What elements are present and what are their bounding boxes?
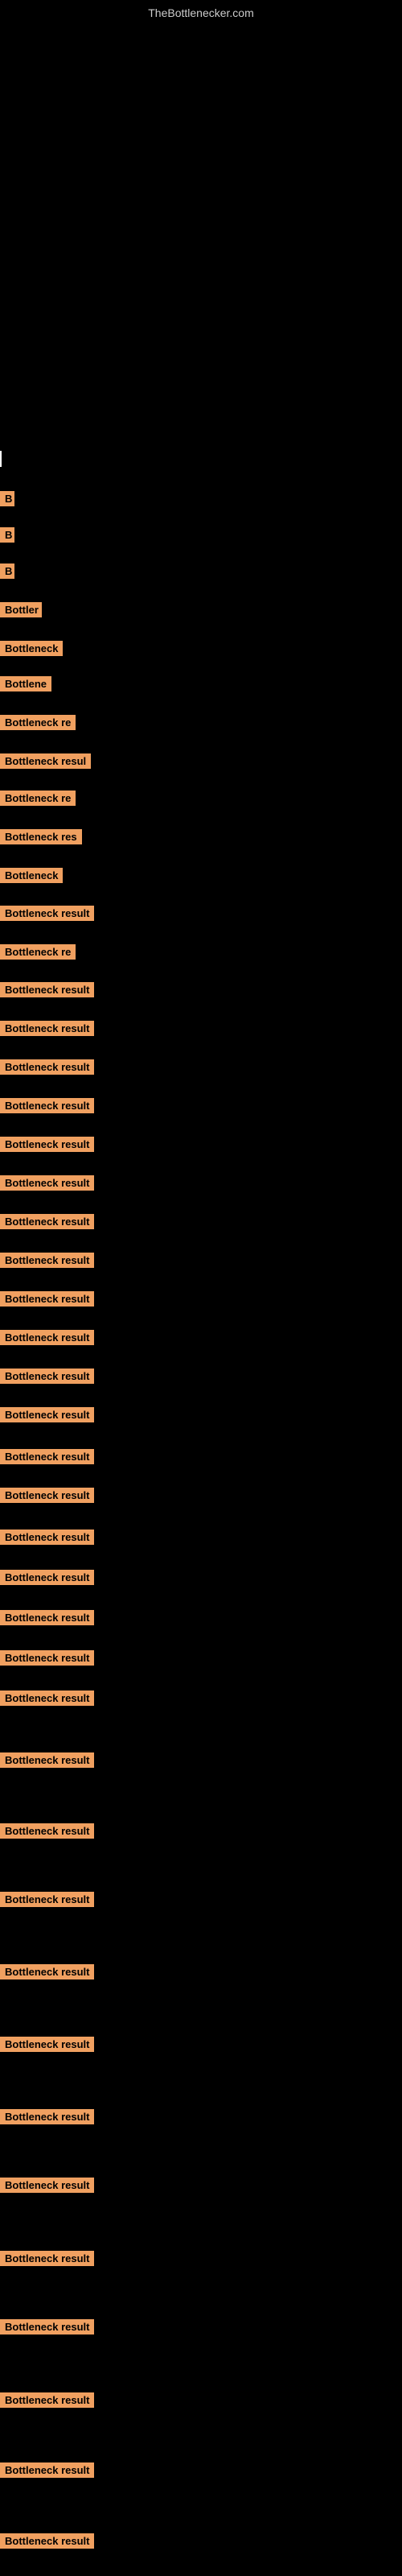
bottleneck-label-row: Bottleneck resul	[0, 753, 91, 773]
bottleneck-label: Bottleneck result	[0, 2462, 94, 2478]
bottleneck-label-row: Bottleneck result	[0, 1214, 94, 1233]
bottleneck-label-row: Bottleneck result	[0, 982, 94, 1001]
bottleneck-label: Bottleneck result	[0, 2178, 94, 2193]
bottleneck-label: Bottleneck result	[0, 906, 94, 921]
bottleneck-label-row: Bottleneck result	[0, 2319, 94, 2339]
bottleneck-label: Bottleneck result	[0, 2319, 94, 2334]
bottleneck-label-row: Bottleneck result	[0, 1407, 94, 1426]
bottleneck-label: Bottleneck result	[0, 1570, 94, 1585]
bottleneck-label-row: Bottleneck result	[0, 1098, 94, 1117]
bottleneck-label: Bottleneck result	[0, 1752, 94, 1768]
bottleneck-label-row: Bottleneck result	[0, 1823, 94, 1843]
bottleneck-label: B	[0, 564, 14, 579]
bottleneck-label: Bottleneck result	[0, 1530, 94, 1545]
bottleneck-label-row: B	[0, 564, 14, 583]
bottleneck-label: Bottleneck result	[0, 1964, 94, 1979]
bottleneck-label: Bottleneck	[0, 868, 63, 883]
bottleneck-label-row: Bottleneck res	[0, 829, 82, 848]
bottleneck-label-row: Bottleneck result	[0, 1964, 94, 1984]
bottleneck-label-row: Bottleneck result	[0, 2462, 94, 2482]
bottleneck-label-row: Bottleneck result	[0, 1690, 94, 1710]
bottleneck-label-row: Bottleneck result	[0, 1530, 94, 1549]
bottleneck-label: Bottleneck result	[0, 1059, 94, 1075]
bottleneck-label-row: Bottleneck re	[0, 715, 76, 734]
bottleneck-label-row: B	[0, 491, 14, 510]
bottleneck-label-row: Bottleneck result	[0, 2178, 94, 2197]
bottleneck-label: Bottleneck re	[0, 715, 76, 730]
bottleneck-label-row: Bottleneck result	[0, 1021, 94, 1040]
bottleneck-label-row: Bottleneck	[0, 641, 63, 660]
bottleneck-label: B	[0, 491, 14, 506]
site-title: TheBottlenecker.com	[148, 6, 254, 19]
bottleneck-label-row: B	[0, 527, 14, 547]
bottleneck-label: Bottleneck	[0, 641, 63, 656]
bottleneck-label: Bottleneck result	[0, 1823, 94, 1839]
bottleneck-label-row: Bottleneck result	[0, 1137, 94, 1156]
bottleneck-label: Bottleneck result	[0, 1368, 94, 1384]
bottleneck-label-row: Bottleneck result	[0, 1449, 94, 1468]
bottleneck-label: Bottleneck result	[0, 2037, 94, 2052]
bottleneck-label: Bottleneck result	[0, 1330, 94, 1345]
bottleneck-label: B	[0, 527, 14, 543]
bottleneck-label-row: Bottleneck result	[0, 1752, 94, 1772]
bottleneck-label: Bottleneck result	[0, 1098, 94, 1113]
bottleneck-label: Bottleneck result	[0, 982, 94, 997]
bottleneck-label: Bottlene	[0, 676, 51, 691]
bottleneck-label-row: Bottleneck result	[0, 1488, 94, 1507]
bottleneck-label-row: Bottleneck result	[0, 1610, 94, 1629]
bottleneck-label-row: Bottleneck result	[0, 2037, 94, 2056]
bottleneck-label-row: Bottleneck	[0, 868, 63, 887]
bottleneck-label: Bottleneck result	[0, 2251, 94, 2266]
bottleneck-label-row: Bottlene	[0, 676, 51, 696]
bottleneck-label-row: Bottleneck result	[0, 1570, 94, 1589]
bottleneck-label-row: Bottleneck result	[0, 2251, 94, 2270]
bottleneck-label-row: Bottler	[0, 602, 42, 621]
bottleneck-label: Bottleneck result	[0, 1690, 94, 1706]
bottleneck-label-row: Bottleneck result	[0, 1253, 94, 1272]
bottleneck-label: Bottleneck result	[0, 1214, 94, 1229]
bottleneck-label: Bottleneck re	[0, 944, 76, 960]
bottleneck-label: Bottleneck result	[0, 1488, 94, 1503]
bottleneck-label: Bottler	[0, 602, 42, 617]
bottleneck-label: Bottleneck resul	[0, 753, 91, 769]
bottleneck-label-row: Bottleneck result	[0, 1059, 94, 1079]
bottleneck-label-row: Bottleneck result	[0, 906, 94, 925]
bottleneck-label: Bottleneck result	[0, 1137, 94, 1152]
bottleneck-label-row: Bottleneck re	[0, 791, 76, 810]
bottleneck-label: Bottleneck result	[0, 1449, 94, 1464]
bottleneck-label: Bottleneck result	[0, 1291, 94, 1307]
bottleneck-label-row: Bottleneck result	[0, 1175, 94, 1195]
cursor-indicator	[0, 451, 2, 467]
bottleneck-label: Bottleneck result	[0, 1021, 94, 1036]
bottleneck-label: Bottleneck result	[0, 2533, 94, 2549]
bottleneck-label: Bottleneck result	[0, 2392, 94, 2408]
bottleneck-label: Bottleneck result	[0, 2109, 94, 2124]
bottleneck-label: Bottleneck re	[0, 791, 76, 806]
bottleneck-label: Bottleneck result	[0, 1253, 94, 1268]
bottleneck-label-row: Bottleneck result	[0, 2533, 94, 2553]
bottleneck-label-row: Bottleneck result	[0, 1291, 94, 1311]
bottleneck-label: Bottleneck result	[0, 1892, 94, 1907]
bottleneck-label: Bottleneck result	[0, 1407, 94, 1422]
bottleneck-label-row: Bottleneck re	[0, 944, 76, 964]
bottleneck-label-row: Bottleneck result	[0, 1892, 94, 1911]
bottleneck-label-row: Bottleneck result	[0, 1650, 94, 1670]
bottleneck-label: Bottleneck result	[0, 1610, 94, 1625]
bottleneck-label-row: Bottleneck result	[0, 2109, 94, 2128]
bottleneck-label: Bottleneck result	[0, 1650, 94, 1666]
bottleneck-label: Bottleneck res	[0, 829, 82, 844]
bottleneck-label-row: Bottleneck result	[0, 2392, 94, 2412]
bottleneck-label-row: Bottleneck result	[0, 1368, 94, 1388]
bottleneck-label: Bottleneck result	[0, 1175, 94, 1191]
bottleneck-label-row: Bottleneck result	[0, 1330, 94, 1349]
